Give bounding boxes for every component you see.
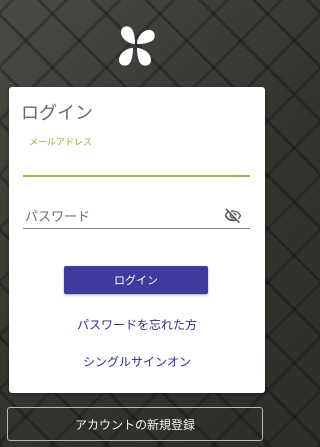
email-underline [23, 175, 250, 177]
email-field[interactable] [23, 153, 232, 175]
forgot-password-link[interactable]: パスワードを忘れた方 [9, 316, 265, 333]
single-sign-on-link[interactable]: シングルサインオン [9, 353, 265, 370]
app-logo-icon [119, 26, 155, 66]
email-label: メールアドレス [29, 138, 93, 148]
create-account-button[interactable]: アカウントの新規登録 [7, 407, 263, 441]
login-title: ログイン [21, 103, 93, 124]
password-field[interactable] [23, 205, 227, 229]
login-button[interactable]: ログイン [64, 266, 208, 294]
password-underline [23, 228, 250, 229]
login-card: ログイン メールアドレス ログイン パスワードを忘れた方 シングルサインオン [9, 87, 265, 393]
visibility-off-icon[interactable] [223, 207, 243, 225]
